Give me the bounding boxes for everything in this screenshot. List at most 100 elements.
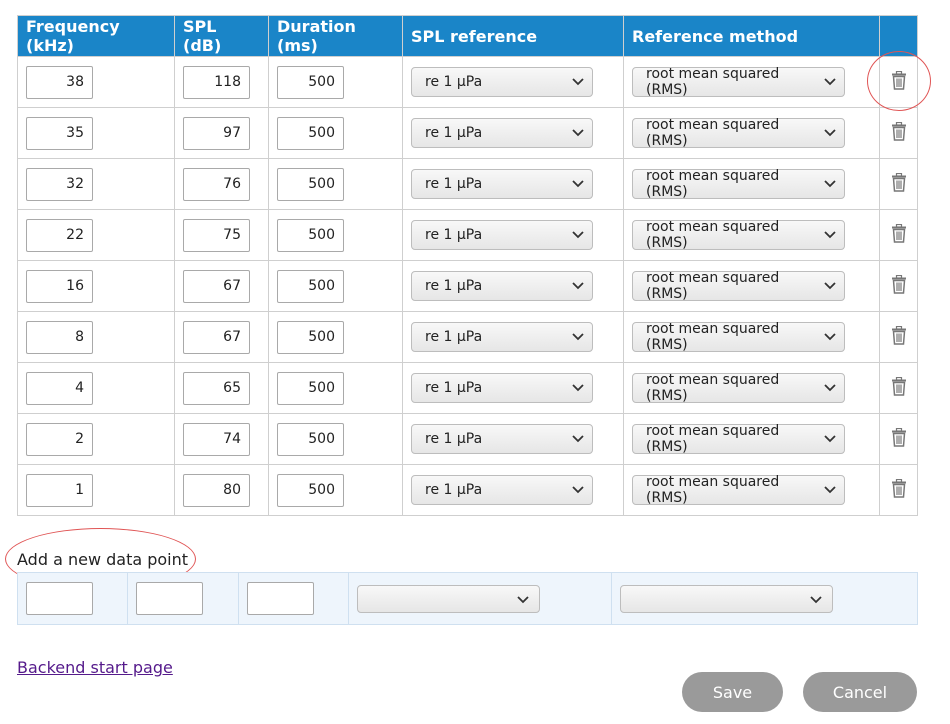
duration-cell: [268, 158, 403, 210]
frequency-input[interactable]: [26, 269, 93, 303]
reference-method-select[interactable]: root mean squared (RMS): [632, 168, 845, 200]
spl-reference-value: re 1 µPa: [425, 74, 483, 90]
spl-reference-select[interactable]: re 1 µPa: [411, 475, 593, 505]
reference-method-select[interactable]: root mean squared (RMS): [632, 219, 845, 251]
frequency-cell: [17, 413, 175, 465]
delete-row-button[interactable]: [880, 465, 917, 515]
trash-icon: [891, 223, 907, 247]
spl-reference-select[interactable]: re 1 µPa: [411, 424, 593, 454]
reference-method-select[interactable]: root mean squared (RMS): [632, 474, 845, 506]
spl-cell: [174, 413, 269, 465]
reference-method-select[interactable]: root mean squared (RMS): [632, 117, 845, 149]
delete-row-button[interactable]: [880, 159, 917, 209]
frequency-cell: [17, 209, 175, 261]
actions-cell: [879, 158, 918, 210]
spl-input[interactable]: [183, 371, 250, 405]
spl-input[interactable]: [183, 269, 250, 303]
reference-method-select[interactable]: root mean squared (RMS): [632, 321, 845, 353]
chevron-down-icon: [824, 229, 836, 242]
table-header: Frequency (kHz) SPL (dB) Duration (ms) S…: [17, 15, 918, 57]
spl-reference-select[interactable]: re 1 µPa: [411, 169, 593, 199]
table-row: re 1 µPa root mean squared (RMS): [17, 209, 918, 261]
new-spl-reference-cell: [348, 572, 612, 625]
new-reference-method-select[interactable]: [620, 584, 833, 613]
spl-reference-value: re 1 µPa: [425, 431, 483, 447]
spl-reference-cell: re 1 µPa: [402, 311, 624, 363]
chevron-down-icon: [824, 331, 836, 344]
cancel-button[interactable]: Cancel: [803, 672, 917, 712]
actions-cell: [879, 413, 918, 465]
spl-reference-value: re 1 µPa: [425, 227, 483, 243]
spl-input[interactable]: [183, 167, 250, 201]
frequency-input[interactable]: [26, 422, 93, 456]
frequency-input[interactable]: [26, 116, 93, 150]
duration-input[interactable]: [277, 167, 344, 201]
frequency-input[interactable]: [26, 65, 93, 99]
trash-icon: [891, 172, 907, 196]
duration-input[interactable]: [277, 371, 344, 405]
spl-input[interactable]: [183, 422, 250, 456]
new-spl-input[interactable]: [136, 582, 203, 615]
spl-input[interactable]: [183, 218, 250, 252]
reference-method-value: root mean squared (RMS): [646, 270, 780, 302]
delete-row-button[interactable]: [880, 312, 917, 362]
frequency-input[interactable]: [26, 320, 93, 354]
duration-cell: [268, 464, 403, 516]
new-reference-method-cell: [611, 572, 918, 625]
spl-reference-select[interactable]: re 1 µPa: [411, 220, 593, 250]
header-duration: Duration (ms): [268, 15, 403, 57]
duration-input[interactable]: [277, 218, 344, 252]
backend-start-page-link[interactable]: Backend start page: [17, 658, 173, 677]
save-button[interactable]: Save: [682, 672, 783, 712]
reference-method-select[interactable]: root mean squared (RMS): [632, 66, 845, 98]
frequency-input[interactable]: [26, 473, 93, 507]
duration-input[interactable]: [277, 422, 344, 456]
spl-input[interactable]: [183, 320, 250, 354]
frequency-cell: [17, 362, 175, 414]
spl-reference-cell: re 1 µPa: [402, 209, 624, 261]
spl-reference-select[interactable]: re 1 µPa: [411, 373, 593, 403]
chevron-down-icon: [572, 433, 584, 446]
add-data-point-title: Add a new data point: [17, 550, 189, 569]
duration-input[interactable]: [277, 473, 344, 507]
duration-input[interactable]: [277, 320, 344, 354]
frequency-cell: [17, 464, 175, 516]
reference-method-select[interactable]: root mean squared (RMS): [632, 270, 845, 302]
duration-cell: [268, 362, 403, 414]
spl-reference-cell: re 1 µPa: [402, 260, 624, 312]
frequency-input[interactable]: [26, 218, 93, 252]
reference-method-select[interactable]: root mean squared (RMS): [632, 372, 845, 404]
reference-method-cell: root mean squared (RMS): [623, 464, 880, 516]
delete-row-button[interactable]: [880, 57, 917, 107]
table-body: re 1 µParoot mean squared (RMS)re 1 µPar…: [17, 56, 918, 516]
delete-row-button[interactable]: [880, 363, 917, 413]
spl-reference-select[interactable]: re 1 µPa: [411, 67, 593, 97]
delete-row-button[interactable]: [880, 261, 917, 311]
spl-reference-select[interactable]: re 1 µPa: [411, 118, 593, 148]
frequency-input[interactable]: [26, 167, 93, 201]
frequency-cell: [17, 260, 175, 312]
new-spl-reference-select[interactable]: [357, 584, 540, 613]
trash-icon: [891, 70, 907, 94]
spl-input[interactable]: [183, 116, 250, 150]
spl-cell: [174, 158, 269, 210]
reference-method-cell: root mean squared (RMS): [623, 209, 880, 261]
spl-cell: [174, 209, 269, 261]
spl-reference-select[interactable]: re 1 µPa: [411, 322, 593, 352]
new-duration-input[interactable]: [247, 582, 314, 615]
data-points-table: Frequency (kHz) SPL (dB) Duration (ms) S…: [17, 15, 918, 516]
chevron-down-icon: [824, 484, 836, 497]
duration-input[interactable]: [277, 116, 344, 150]
frequency-input[interactable]: [26, 371, 93, 405]
spl-reference-select[interactable]: re 1 µPa: [411, 271, 593, 301]
delete-row-button[interactable]: [880, 414, 917, 464]
spl-input[interactable]: [183, 473, 250, 507]
duration-input[interactable]: [277, 269, 344, 303]
spl-input[interactable]: [183, 65, 250, 99]
spl-reference-cell: re 1 µPa: [402, 107, 624, 159]
duration-input[interactable]: [277, 65, 344, 99]
reference-method-select[interactable]: root mean squared (RMS): [632, 423, 845, 455]
delete-row-button[interactable]: [880, 108, 917, 158]
new-frequency-input[interactable]: [26, 582, 93, 615]
delete-row-button[interactable]: [880, 210, 917, 260]
